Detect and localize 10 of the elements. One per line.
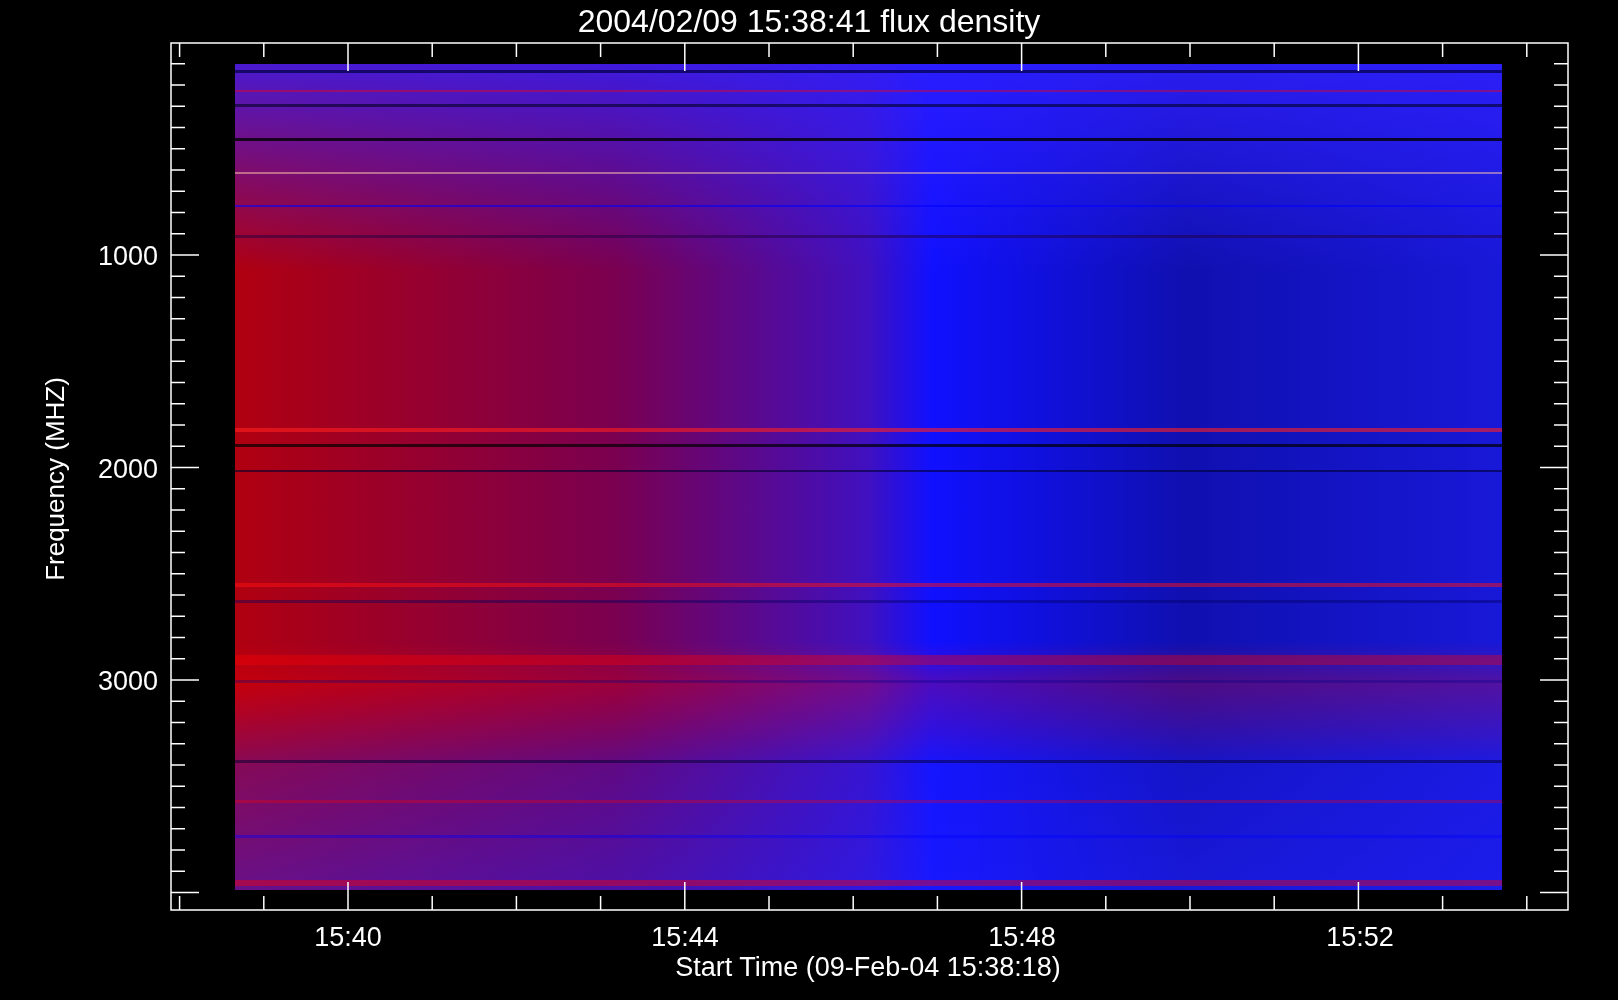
y-tick-label: 1000 [97, 241, 158, 271]
y-tick-label: 3000 [97, 666, 158, 696]
plot-title: 2004/02/09 15:38:41 flux density [577, 3, 1041, 39]
y-axis-label: Frequency (MHZ) [40, 377, 70, 581]
x-tick-label: 15:48 [988, 922, 1056, 952]
y-tick-label: 2000 [97, 453, 158, 484]
x-tick-label: 15:40 [314, 922, 382, 952]
x-axis-label: Start Time (09-Feb-04 15:38:18) [675, 952, 1061, 982]
x-tick-label: 15:44 [651, 922, 719, 952]
x-tick-label: 15:52 [1326, 922, 1394, 952]
